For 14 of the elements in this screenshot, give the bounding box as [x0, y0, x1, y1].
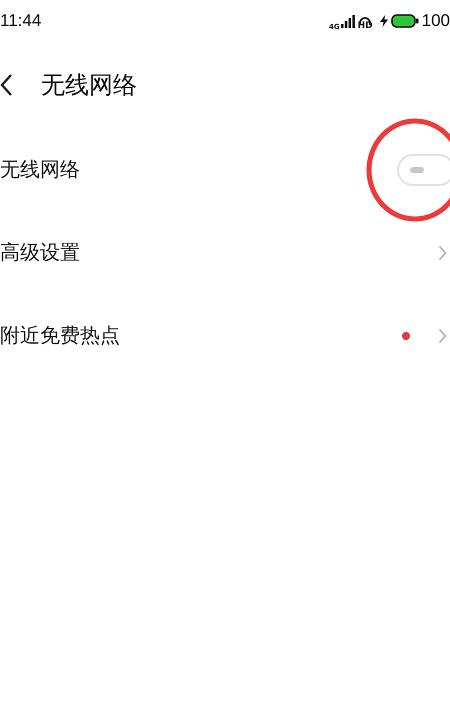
back-icon[interactable]: [0, 73, 13, 97]
signal-icon: [340, 14, 355, 28]
row-label: 附近免费热点: [0, 322, 120, 349]
hd-label: HD: [358, 21, 373, 31]
toggle-switch[interactable]: [397, 154, 450, 186]
charging-icon: [380, 15, 388, 27]
row-label: 无线网络: [0, 156, 80, 183]
battery-icon: [390, 14, 419, 28]
status-time: 11:44: [0, 11, 42, 31]
page-title: 无线网络: [41, 70, 137, 101]
chevron-icon: [438, 244, 447, 260]
row-label: 高级设置: [0, 239, 80, 266]
chevron-icon: [438, 328, 447, 344]
battery-level: 100: [422, 11, 450, 31]
